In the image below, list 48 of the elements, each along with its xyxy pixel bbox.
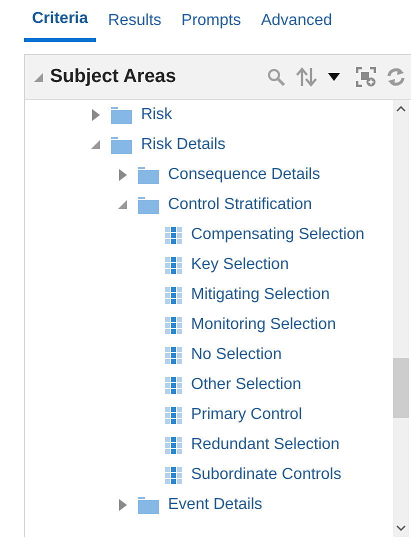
expanded-icon[interactable] (33, 72, 44, 82)
tree-item[interactable]: Key Selection (191, 256, 289, 274)
column-icon (165, 316, 182, 334)
tab[interactable]: Advanced (252, 8, 340, 42)
folder-icon (138, 496, 159, 514)
tree-item[interactable]: Monitoring Selection (191, 316, 336, 334)
vertical-scrollbar[interactable] (393, 100, 409, 537)
tree-item[interactable]: Control Stratification (168, 196, 312, 214)
tree-item[interactable]: Primary Control (191, 406, 302, 424)
tree-item[interactable]: Redundant Selection (191, 436, 340, 454)
tab[interactable]: Criteria (24, 8, 96, 42)
column-icon (165, 256, 182, 274)
column-icon (165, 406, 182, 424)
tab[interactable]: Prompts (173, 8, 249, 42)
collapsed-icon[interactable] (90, 109, 100, 121)
collapsed-icon[interactable] (116, 169, 128, 181)
refresh-icon[interactable] (386, 67, 406, 87)
sort-icon[interactable] (296, 67, 318, 87)
tree-item[interactable]: Risk (141, 106, 172, 124)
folder-icon (111, 106, 132, 124)
tree-item[interactable]: No Selection (191, 346, 282, 364)
column-icon (165, 286, 182, 304)
folder-icon (138, 166, 159, 184)
scroll-down-icon[interactable] (396, 525, 406, 531)
dropdown-caret-icon[interactable] (328, 73, 340, 81)
folder-icon (111, 136, 132, 154)
search-icon[interactable] (266, 67, 286, 87)
column-icon (165, 226, 182, 244)
tree-item[interactable]: Other Selection (191, 376, 302, 394)
expanded-icon[interactable] (90, 139, 100, 151)
tree-item[interactable]: Consequence Details (168, 166, 320, 184)
column-icon (165, 466, 182, 484)
column-icon (165, 436, 182, 454)
tree-item[interactable]: Risk Details (141, 136, 226, 154)
tree-item[interactable]: Mitigating Selection (191, 286, 330, 304)
tree-item[interactable]: Compensating Selection (191, 226, 364, 244)
collapsed-icon[interactable] (116, 499, 128, 511)
folder-icon (138, 196, 159, 214)
panel-title: Subject Areas (50, 66, 178, 88)
tree-item[interactable]: Subordinate Controls (191, 466, 342, 484)
column-icon (165, 376, 182, 394)
add-selection-icon[interactable] (356, 67, 376, 87)
column-icon (165, 346, 182, 364)
scroll-up-icon[interactable] (396, 106, 406, 112)
tree-item[interactable]: Event Details (168, 496, 262, 514)
scrollbar-thumb[interactable] (393, 358, 409, 418)
expanded-icon[interactable] (116, 199, 128, 211)
tab[interactable]: Results (100, 8, 170, 42)
